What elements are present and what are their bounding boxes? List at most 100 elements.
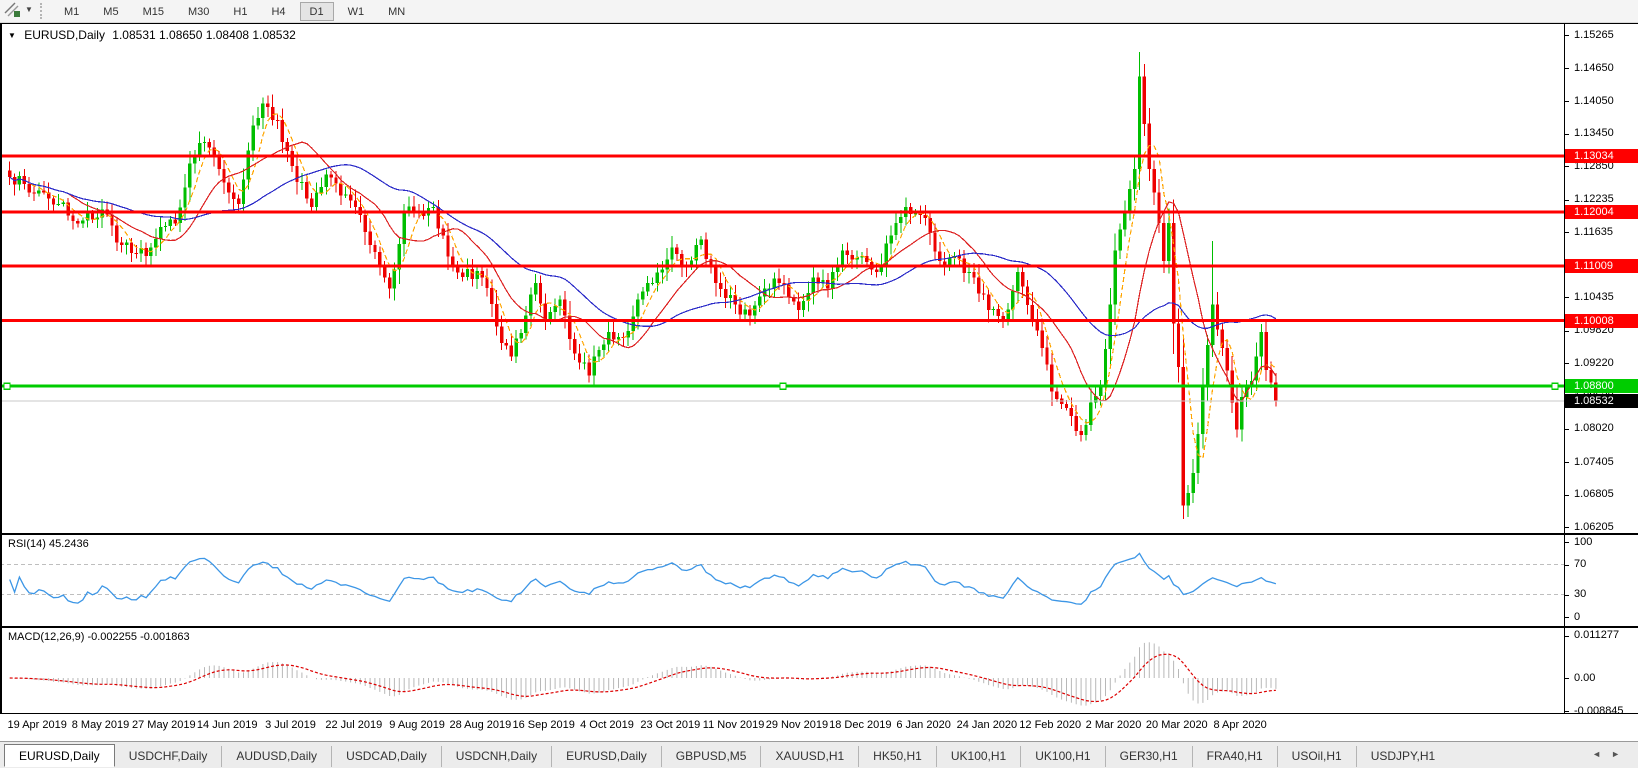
chart-tab-0-eurusd-daily[interactable]: EURUSD,Daily [4, 744, 115, 767]
price-tick-label: 1.15265 [1574, 29, 1614, 42]
date-label: 12 Feb 2020 [1019, 719, 1081, 731]
price-axis-border [1564, 23, 1565, 714]
date-label: 20 Mar 2020 [1146, 719, 1208, 731]
tab-scroll-arrows: ◄► [1592, 749, 1630, 759]
main-rsi-separator[interactable] [0, 533, 1638, 535]
timeframe-button-m1[interactable]: M1 [54, 2, 89, 21]
chart-symbol: EURUSD,Daily [24, 28, 105, 42]
rsi-tick-label: 30 [1574, 588, 1586, 601]
tab-scroll-left-icon[interactable]: ◄ [1592, 749, 1611, 759]
rsi-macd-separator[interactable] [0, 626, 1638, 628]
timeframe-button-m15[interactable]: M15 [133, 2, 174, 21]
collapse-caret-icon[interactable]: ▼ [8, 31, 16, 40]
timeframe-button-d1[interactable]: D1 [300, 2, 334, 21]
price-tick-mark [1564, 495, 1569, 496]
date-label: 3 Jul 2019 [265, 719, 316, 731]
chart-tab-1-usdchf-daily[interactable]: USDCHF,Daily [115, 746, 222, 767]
date-label: 9 Aug 2019 [389, 719, 445, 731]
trading-terminal-window: ▼ M1M5 M15M30H1H4 D1W1MN RSI(14) 45.2436 M… [0, 0, 1638, 768]
rsi-tick-mark [1564, 617, 1569, 618]
date-label: 28 Aug 2019 [449, 719, 511, 731]
date-axis[interactable]: 19 Apr 20198 May 201927 May 201914 Jun 2… [0, 714, 1638, 740]
macd-histogram-chart [0, 628, 1564, 713]
date-label: 19 Apr 2019 [8, 719, 67, 731]
date-label: 2 Mar 2020 [1086, 719, 1142, 731]
candlestick-chart[interactable] [0, 24, 1564, 533]
price-level-badge: 1.08800 [1565, 379, 1638, 393]
date-label: 22 Jul 2019 [325, 719, 382, 731]
chart-tab-12-fra40-h1[interactable]: FRA40,H1 [1192, 746, 1277, 767]
price-tick-label: 1.14650 [1574, 62, 1614, 75]
price-tick-mark [1564, 429, 1569, 430]
chart-tab-13-usoil-h1[interactable]: USOil,H1 [1277, 746, 1356, 767]
window-left-border [0, 23, 2, 740]
chart-tabs: EURUSD,DailyUSDCHF,DailyAUDUSD,DailyUSDC… [4, 744, 1449, 767]
price-level-badge: 1.10008 [1565, 314, 1638, 328]
chart-tab-5-eurusd-daily[interactable]: EURUSD,Daily [551, 746, 661, 767]
price-tick-mark [1564, 363, 1569, 364]
timeframe-button-w1[interactable]: W1 [338, 2, 375, 21]
macd-tick-mark [1564, 711, 1569, 712]
dropdown-caret-icon[interactable]: ▼ [25, 5, 33, 14]
chart-tab-3-usdcad-daily[interactable]: USDCAD,Daily [331, 746, 441, 767]
date-label: 16 Sep 2019 [512, 719, 574, 731]
macd-label: MACD(12,26,9) -0.002255 -0.001863 [8, 631, 190, 643]
tab-scroll-right-icon[interactable]: ► [1611, 749, 1630, 759]
timeframe-button-h4[interactable]: H4 [261, 2, 295, 21]
macd-tick-mark [1564, 678, 1569, 679]
rsi-label: RSI(14) 45.2436 [8, 538, 89, 550]
date-label: 6 Jan 2020 [896, 719, 950, 731]
diagonal-lines-glyph [4, 2, 22, 18]
chart-tab-8-hk50-h1[interactable]: HK50,H1 [858, 746, 936, 767]
price-tick-label: 1.09220 [1574, 357, 1614, 370]
price-tick-label: 1.11635 [1574, 226, 1613, 239]
chart-tab-9-uk100-h1[interactable]: UK100,H1 [936, 746, 1020, 767]
rsi-tick-label: 100 [1574, 536, 1592, 549]
rsi-tick-mark [1564, 595, 1569, 596]
rsi-tick-label: 0 [1574, 611, 1580, 624]
timeframe-button-h1[interactable]: H1 [223, 2, 257, 21]
timeframe-button-mn[interactable]: MN [378, 2, 415, 21]
date-label: 24 Jan 2020 [957, 719, 1018, 731]
date-label: 23 Oct 2019 [640, 719, 700, 731]
date-label: 27 May 2019 [132, 719, 196, 731]
window-top-border [0, 23, 1638, 24]
macd-pane[interactable]: MACD(12,26,9) -0.002255 -0.001863 [0, 628, 1564, 713]
chart-tab-7-xauusd-h1[interactable]: XAUUSD,H1 [760, 746, 858, 767]
date-label: 8 Apr 2020 [1213, 719, 1266, 731]
chart-title: ▼ EURUSD,Daily 1.08531 1.08650 1.08408 1… [8, 28, 300, 42]
macd-tick-label: 0.00 [1574, 672, 1595, 685]
chart-tab-4-usdcnh-daily[interactable]: USDCNH,Daily [441, 746, 551, 767]
chart-tab-10-uk100-h1[interactable]: UK100,H1 [1020, 746, 1104, 767]
date-label: 11 Nov 2019 [703, 719, 765, 731]
price-level-badge: 1.12004 [1565, 205, 1638, 219]
price-tick-mark [1564, 232, 1569, 233]
price-tick-mark [1564, 200, 1569, 201]
price-tick-label: 1.13450 [1574, 127, 1614, 140]
price-tick-mark [1564, 297, 1569, 298]
price-tick-mark [1564, 68, 1569, 69]
timeframe-button-m5[interactable]: M5 [93, 2, 128, 21]
price-tick-mark [1564, 527, 1569, 528]
price-tick-label: 1.14050 [1574, 95, 1614, 108]
timeframe-button-m30[interactable]: M30 [178, 2, 219, 21]
date-label: 8 May 2019 [72, 719, 129, 731]
chart-lines-tool-icon[interactable] [3, 2, 23, 20]
price-level-badge: 1.11009 [1565, 259, 1638, 273]
price-tick-mark [1564, 331, 1569, 332]
date-label: 4 Oct 2019 [580, 719, 634, 731]
rsi-line-chart [0, 535, 1564, 626]
chart-tab-2-audusd-daily[interactable]: AUDUSD,Daily [221, 746, 331, 767]
chart-tab-11-ger30-h1[interactable]: GER30,H1 [1105, 746, 1192, 767]
price-tick-label: 1.07405 [1574, 456, 1614, 469]
toolbar-grip [40, 3, 43, 19]
price-tick-mark [1564, 134, 1569, 135]
chart-ohlc: 1.08531 1.08650 1.08408 1.08532 [112, 28, 296, 42]
chart-tab-6-gbpusd-m5[interactable]: GBPUSD,M5 [661, 746, 761, 767]
main-chart-plot[interactable] [0, 24, 1564, 533]
price-tick-label: 1.06805 [1574, 488, 1614, 501]
price-tick-label: 1.10435 [1574, 291, 1614, 304]
price-tick-mark [1564, 101, 1569, 102]
chart-tab-14-usdjpy-h1[interactable]: USDJPY,H1 [1356, 746, 1449, 767]
rsi-pane[interactable]: RSI(14) 45.2436 [0, 535, 1564, 626]
